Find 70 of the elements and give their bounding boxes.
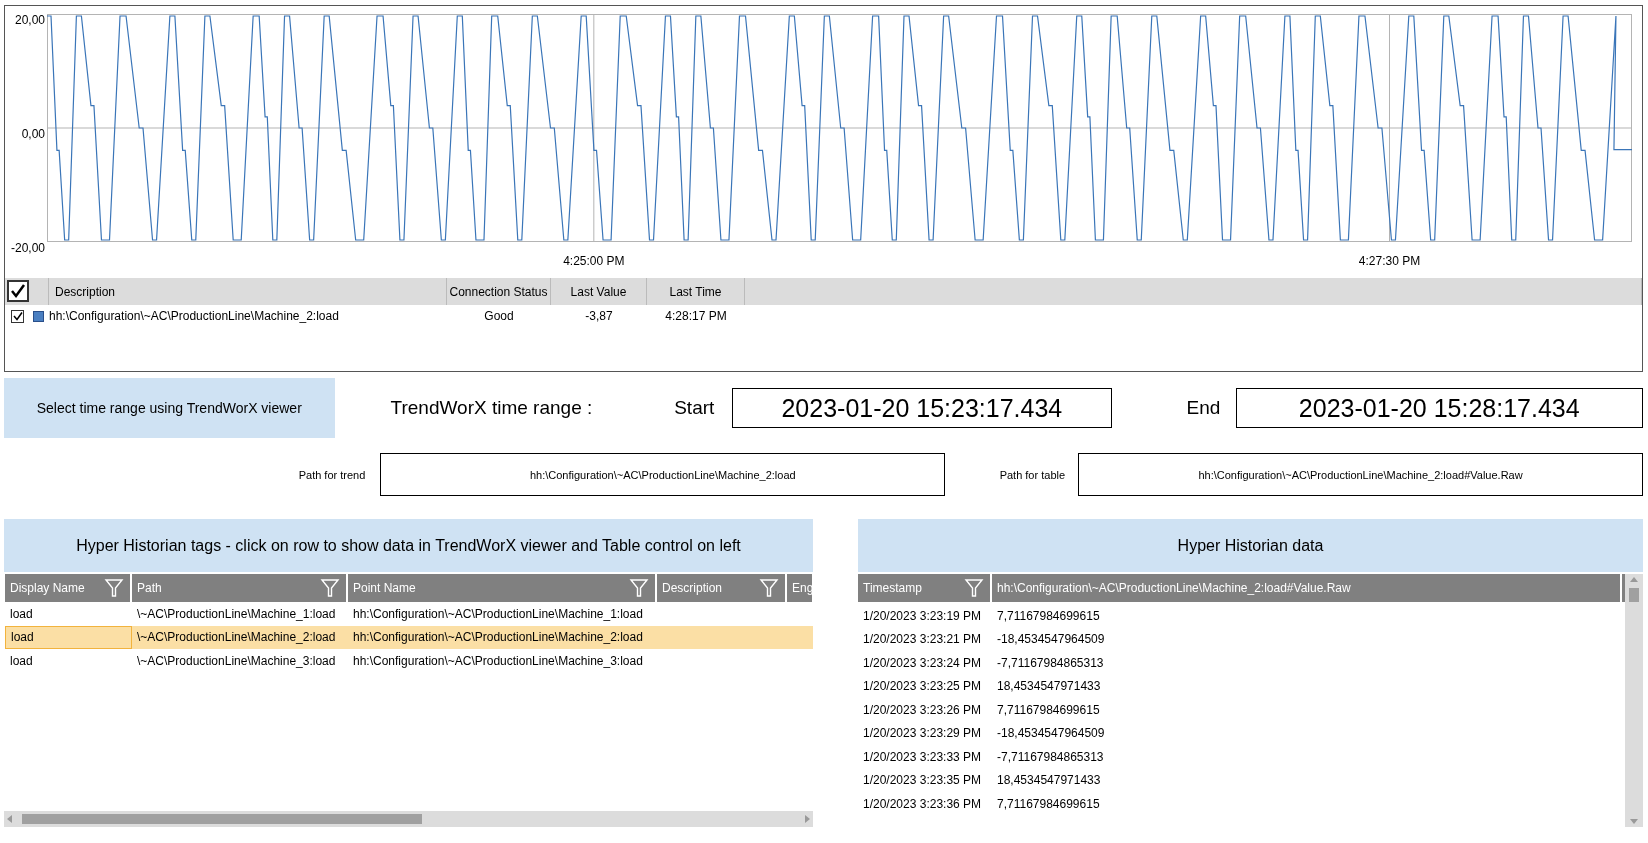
- table-cell: -18,4534547964509: [997, 726, 1105, 741]
- tag-row[interactable]: load \~AC\ProductionLine\Machine_1:load hh:\Configuration\~AC\ProductionLine\Machine_1:load: [5, 602, 813, 626]
- filter-icon[interactable]: [964, 578, 984, 598]
- trend-path-field[interactable]: hh:\Configuration\~AC\ProductionLine\Machine_2:load: [380, 453, 946, 496]
- column-header[interactable]: Description: [55, 284, 116, 299]
- column-header[interactable]: Display Name: [10, 581, 85, 595]
- column-header[interactable]: Last Value: [570, 284, 627, 299]
- scrollbar-thumb[interactable]: [1629, 588, 1639, 602]
- table-cell: load: [10, 606, 33, 621]
- connection-status: Good: [483, 309, 515, 323]
- time-range-title: TrendWorX time range :: [390, 397, 594, 419]
- column-header[interactable]: Path: [137, 581, 162, 595]
- table-cell: 1/20/2023 3:23:35 PM: [863, 773, 982, 788]
- table-cell: \~AC\ProductionLine\Machine_2:load: [137, 630, 336, 645]
- filter-icon[interactable]: [629, 578, 649, 598]
- filter-icon[interactable]: [320, 578, 340, 598]
- column-header[interactable]: hh:\Configuration\~AC\ProductionLine\Machine_2:load#Value.Raw: [997, 581, 1351, 595]
- column-header[interactable]: Point Name: [353, 581, 416, 595]
- table-cell: 7,71167984699615: [997, 702, 1100, 717]
- table-cell: 1/20/2023 3:23:25 PM: [863, 679, 982, 694]
- last-time: 4:28:17 PM: [664, 309, 728, 323]
- table-cell: 1/20/2023 3:23:21 PM: [863, 632, 982, 647]
- series-description: hh:\Configuration\~AC\ProductionLine\Machine_2:load: [49, 309, 340, 323]
- table-cell: 7,71167984699615: [997, 796, 1100, 811]
- table-cell: load: [11, 630, 34, 645]
- tag-row[interactable]: load \~AC\ProductionLine\Machine_3:load hh:\Configuration\~AC\ProductionLine\Machine_3:load: [5, 649, 813, 673]
- table-cell: 1/20/2023 3:23:19 PM: [863, 608, 982, 623]
- table-cell: hh:\Configuration\~AC\ProductionLine\Machine_1:load: [353, 606, 643, 621]
- table-cell: hh:\Configuration\~AC\ProductionLine\Machine_2:load: [353, 630, 643, 645]
- table-cell: -18,4534547964509: [997, 632, 1105, 647]
- table-cell: \~AC\ProductionLine\Machine_1:load: [137, 606, 336, 621]
- end-label: End: [1186, 397, 1222, 419]
- section-header: Hyper Historian tags - click on row to show data in TrendWorX viewer and Table control on left: [4, 519, 813, 572]
- column-header[interactable]: Timestamp: [863, 581, 922, 595]
- table-path-label: Path for table: [998, 468, 1066, 481]
- table-path-field[interactable]: hh:\Configuration\~AC\ProductionLine\Machine_2:load#Value.Raw: [1078, 453, 1643, 496]
- axis-label: 20,00: [14, 13, 45, 27]
- axis-label: 0,00: [21, 127, 45, 141]
- table-cell: 18,4534547971433: [997, 773, 1101, 788]
- series-checkbox[interactable]: [11, 309, 24, 323]
- tag-row[interactable]: load \~AC\ProductionLine\Machine_2:load hh:\Configuration\~AC\ProductionLine\Machine_2:load: [5, 625, 813, 649]
- table-cell: 1/20/2023 3:23:24 PM: [863, 655, 982, 670]
- axis-label: -20,00: [10, 241, 45, 255]
- axis-label: 4:27:30 PM: [1358, 254, 1421, 268]
- table-cell: -7,71167984865313: [997, 655, 1104, 670]
- filter-icon[interactable]: [104, 578, 124, 598]
- table-cell: 18,4534547971433: [997, 679, 1101, 694]
- column-header[interactable]: Last Time: [669, 284, 722, 299]
- table-cell: load: [10, 653, 33, 668]
- column-header[interactable]: Connection Status: [449, 284, 548, 299]
- table-cell: 1/20/2023 3:23:33 PM: [863, 749, 982, 764]
- table-cell: 7,71167984699615: [997, 608, 1100, 623]
- section-header: Hyper Historian data: [858, 519, 1643, 572]
- table-cell: 1/20/2023 3:23:29 PM: [863, 726, 982, 741]
- scrollbar-thumb[interactable]: [22, 814, 422, 824]
- last-value: -3,87: [584, 309, 614, 323]
- select-all-checkbox[interactable]: [7, 280, 29, 302]
- select-time-range-button[interactable]: Select time range using TrendWorX viewer: [4, 378, 335, 438]
- end-time-field[interactable]: 2023-01-20 15:28:17.434: [1235, 388, 1643, 428]
- axis-label: 4:25:00 PM: [563, 254, 625, 268]
- start-label: Start: [674, 397, 716, 419]
- table-cell: \~AC\ProductionLine\Machine_3:load: [137, 653, 336, 668]
- start-time-field[interactable]: 2023-01-20 15:23:17.434: [732, 388, 1112, 428]
- filter-icon[interactable]: [759, 578, 779, 598]
- table-cell: 1/20/2023 3:23:26 PM: [863, 702, 982, 717]
- table-cell: 1/20/2023 3:23:36 PM: [863, 796, 982, 811]
- trend-path-label: Path for trend: [297, 468, 366, 481]
- table-cell: hh:\Configuration\~AC\ProductionLine\Machine_3:load: [353, 653, 643, 668]
- table-cell: -7,71167984865313: [997, 749, 1104, 764]
- column-header[interactable]: Description: [662, 581, 723, 595]
